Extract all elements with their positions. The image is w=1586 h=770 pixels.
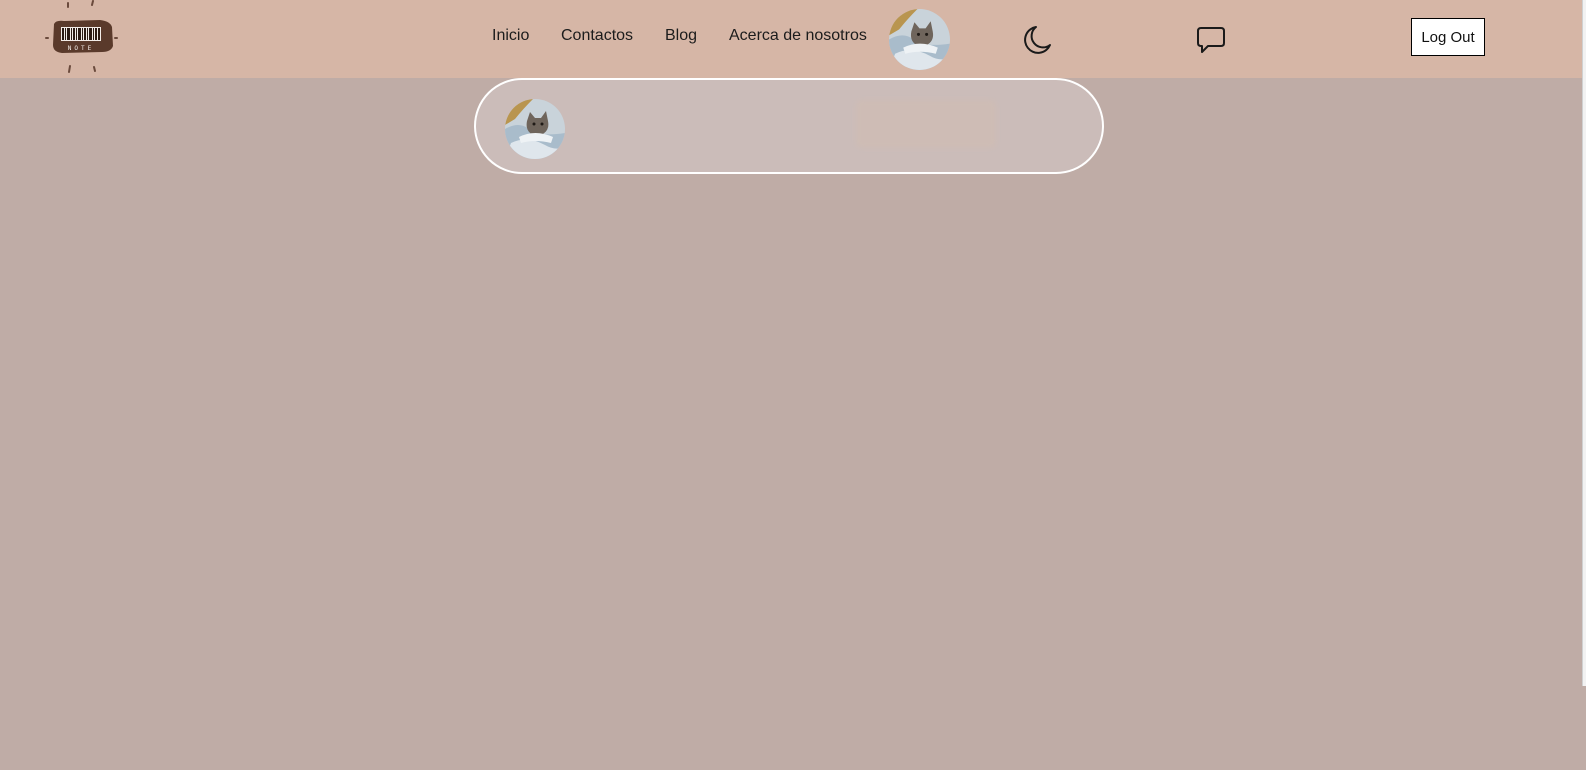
composer-input[interactable]: [856, 100, 996, 148]
site-logo[interactable]: NOTE: [44, 0, 118, 74]
post-composer-card: [474, 78, 1104, 174]
nav-link-blog[interactable]: Blog: [665, 27, 697, 45]
messages-button[interactable]: [1196, 25, 1226, 55]
logout-button[interactable]: Log Out: [1411, 18, 1485, 56]
nav-link-acerca[interactable]: Acerca de nosotros: [729, 27, 867, 45]
nav-link-contactos[interactable]: Contactos: [561, 27, 633, 45]
nav-link-inicio[interactable]: Inicio: [492, 27, 529, 45]
theme-toggle-button[interactable]: [1019, 23, 1053, 57]
moon-icon: [1024, 26, 1051, 54]
chat-bubble-icon: [1197, 27, 1225, 53]
composer-avatar[interactable]: [505, 99, 565, 159]
cat-avatar-icon: [889, 9, 950, 70]
top-navbar: NOTE Inicio Contactos Blog Acerca de nos…: [0, 0, 1583, 78]
svg-text:NOTE: NOTE: [68, 45, 94, 52]
profile-avatar[interactable]: [889, 9, 950, 70]
page: NOTE Inicio Contactos Blog Acerca de nos…: [0, 0, 1586, 770]
note-barcode-logo-icon: NOTE: [45, 0, 118, 73]
page-scrollbar[interactable]: [1582, 0, 1586, 686]
cat-avatar-icon: [505, 99, 565, 159]
